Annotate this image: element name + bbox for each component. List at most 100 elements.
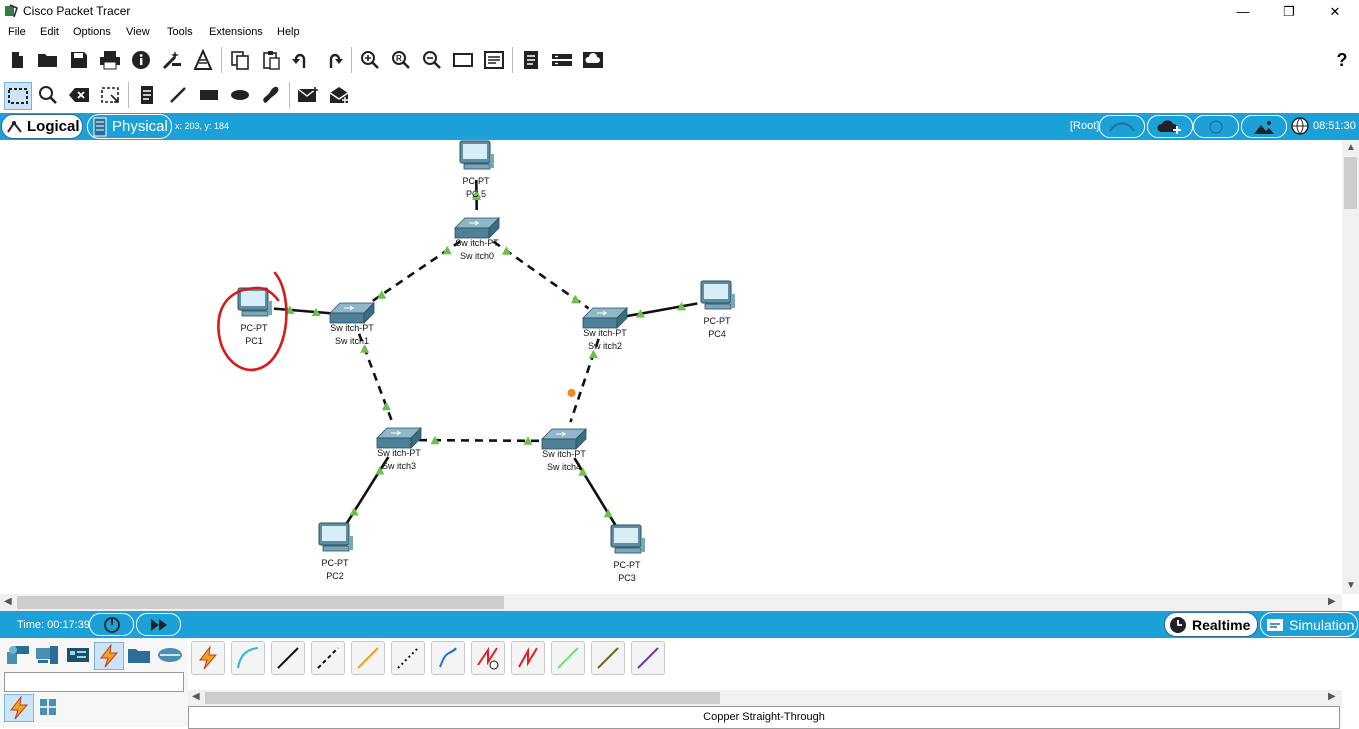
device-switch1[interactable]: Sw itch-PTSw itch1 [330,303,374,346]
menu-file[interactable]: File [8,26,26,38]
device-pc4[interactable]: PC-PTPC4 [701,281,735,339]
save-icon[interactable] [66,47,92,73]
navigation-button[interactable] [1099,115,1145,138]
automatic-cable-icon[interactable] [191,641,225,675]
set-background-button[interactable] [1241,115,1287,138]
console-cable-icon[interactable] [231,641,265,675]
scroll-up-icon[interactable]: ▲ [1346,142,1356,153]
serial-dte-icon[interactable] [511,641,545,675]
network-info-icon[interactable] [190,47,216,73]
phone-icon[interactable] [391,641,425,675]
redo-icon[interactable] [320,47,346,73]
copper-straight-through-icon[interactable] [271,641,305,675]
minimize-button[interactable]: — [1220,0,1266,23]
device-switch2[interactable]: Sw itch-PTSw itch2 [583,308,627,351]
device-pc2[interactable]: PC-PTPC2 [319,523,353,581]
resize-shape-icon[interactable] [97,82,123,108]
grid-icon[interactable] [34,694,62,720]
delete-icon[interactable] [66,82,92,108]
move-object-button[interactable] [1193,115,1239,138]
logical-workspace[interactable]: PC-PTPC 5 Sw itch-PTSw itch0 PC-PTPC1 Sw it… [0,140,1342,594]
coaxial-icon[interactable] [431,641,465,675]
freeform-icon[interactable] [258,82,284,108]
device-switch3[interactable]: Sw itch-PTSw itch3 [377,428,421,471]
menu-edit[interactable]: Edit [40,26,59,38]
help-button[interactable]: ? [1329,47,1355,73]
menu-extensions[interactable]: Extensions [209,26,263,38]
menu-tools[interactable]: Tools [167,26,193,38]
vertical-scroll-thumb[interactable] [1344,157,1357,209]
simulation-mode-tab[interactable]: Simulation [1260,612,1358,637]
serial-dce-icon[interactable] [471,641,505,675]
scroll-left-icon[interactable]: ◀ [4,596,12,607]
components-icon[interactable] [64,642,92,668]
link-switch2-pc4[interactable] [625,304,698,317]
draw-rectangle-icon[interactable] [196,82,222,108]
draw-line-icon[interactable] [165,82,191,108]
iot-custom-icon[interactable] [591,641,625,675]
add-simple-pdu-icon[interactable] [295,82,321,108]
cable-list-scrollbar[interactable]: ◀ ▶ [188,690,1342,706]
device-pc5[interactable]: PC-PTPC 5 [460,141,494,199]
miscellaneous-icon[interactable] [125,642,153,668]
new-file-icon[interactable] [4,47,30,73]
connections-icon[interactable] [94,642,124,670]
fast-forward-time-button[interactable] [136,613,181,636]
device-search-field[interactable] [4,672,184,692]
horizontal-scrollbar[interactable]: ◀ ▶ [0,594,1342,611]
device-switch4[interactable]: Sw itch-PTSw itch4 [542,429,586,472]
drawing-palette-icon[interactable] [450,47,476,73]
usb-icon[interactable] [631,641,665,675]
power-cycle-devices-button[interactable] [89,613,134,636]
realtime-mode-tab[interactable]: Realtime [1164,612,1258,637]
activity-wizard-icon[interactable] [159,47,185,73]
viewport-button[interactable] [1289,115,1311,136]
close-button[interactable]: ✕ [1312,0,1358,23]
undo-icon[interactable] [289,47,315,73]
maximize-button[interactable]: ❐ [1266,0,1312,23]
add-complex-pdu-icon[interactable] [326,82,352,108]
cable-scroll-right-icon[interactable]: ▶ [1328,691,1336,702]
place-note-icon[interactable] [134,82,160,108]
zoom-in-icon[interactable] [357,47,383,73]
connections-subcategory-icon[interactable] [4,694,34,722]
multiuser-icon[interactable] [156,642,184,668]
draw-ellipse-icon[interactable] [227,82,253,108]
print-icon[interactable] [97,47,123,73]
device-pc1[interactable]: PC-PTPC1 [238,288,272,346]
select-icon[interactable] [4,82,32,110]
octal-icon[interactable] [551,641,585,675]
network-device-icon[interactable] [549,47,575,73]
cloud-view-icon[interactable] [580,47,606,73]
network-devices-icon[interactable] [4,642,32,668]
zoom-reset-icon[interactable]: R [388,47,414,73]
inspect-icon[interactable] [35,82,61,108]
cluster-button[interactable] [1147,115,1193,138]
link-pc1-switch1[interactable] [274,309,332,314]
scroll-right-icon[interactable]: ▶ [1328,596,1336,607]
cable-scroll-thumb[interactable] [205,692,720,704]
tab-physical[interactable]: Physical [87,114,172,139]
end-devices-icon[interactable] [33,642,61,668]
horizontal-scroll-thumb[interactable] [17,596,504,609]
custom-device-dialog-icon[interactable] [481,47,507,73]
vertical-scrollbar[interactable]: ▲ ▼ [1342,140,1359,594]
tab-logical[interactable]: Logical [1,114,83,139]
menu-options[interactable]: Options [73,26,111,38]
fiber-icon[interactable] [351,641,385,675]
copper-cross-over-icon[interactable] [311,641,345,675]
copy-icon[interactable] [227,47,253,73]
root-breadcrumb[interactable]: [Root] [1070,120,1099,132]
menu-help[interactable]: Help [277,26,300,38]
paste-icon[interactable] [258,47,284,73]
device-pc3[interactable]: PC-PTPC3 [611,525,645,583]
link-switch3-switch4[interactable] [419,440,544,441]
scroll-down-icon[interactable]: ▼ [1346,580,1356,591]
pdu-list-icon[interactable] [518,47,544,73]
open-folder-icon[interactable] [35,47,61,73]
cable-scroll-left-icon[interactable]: ◀ [192,691,200,702]
device-switch0[interactable]: Sw itch-PTSw itch0 [455,218,499,261]
zoom-out-icon[interactable] [419,47,445,73]
menu-view[interactable]: View [126,26,150,38]
info-icon[interactable] [128,47,154,73]
